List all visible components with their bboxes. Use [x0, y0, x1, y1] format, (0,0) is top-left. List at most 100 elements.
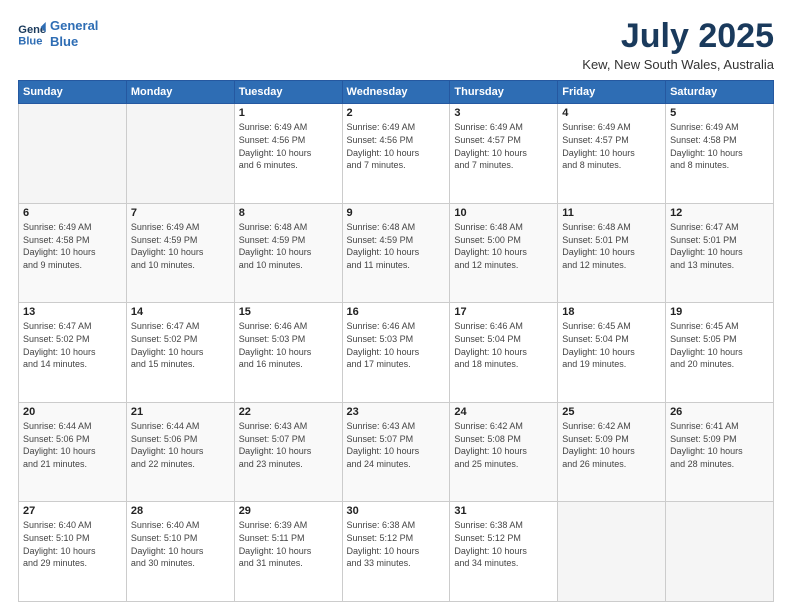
day-number: 19	[670, 306, 769, 318]
calendar-cell: 7 Sunrise: 6:49 AM Sunset: 4:59 PM Daylig…	[126, 203, 234, 303]
calendar-cell: 13Sunrise: 6:47 AM Sunset: 5:02 PM Dayli…	[19, 303, 127, 403]
day-info: Sunrise: 6:45 AM Sunset: 5:04 PM Dayligh…	[562, 320, 661, 370]
calendar-cell: 2 Sunrise: 6:49 AM Sunset: 4:56 PM Daylig…	[342, 104, 450, 204]
svg-text:Blue: Blue	[18, 35, 42, 46]
day-info: Sunrise: 6:47 AM Sunset: 5:02 PM Dayligh…	[23, 320, 122, 370]
day-number: 3	[454, 107, 553, 119]
logo-icon: General Blue	[18, 22, 46, 46]
col-header-sunday: Sunday	[19, 81, 127, 104]
calendar-cell	[666, 502, 774, 602]
day-info: Sunrise: 6:38 AM Sunset: 5:12 PM Dayligh…	[454, 519, 553, 569]
main-title: July 2025	[582, 18, 774, 55]
day-number: 9	[347, 207, 446, 219]
day-number: 5	[670, 107, 769, 119]
day-number: 18	[562, 306, 661, 318]
day-number: 15	[239, 306, 338, 318]
day-info: Sunrise: 6:42 AM Sunset: 5:08 PM Dayligh…	[454, 420, 553, 470]
day-number: 20	[23, 406, 122, 418]
day-info: Sunrise: 6:49 AM Sunset: 4:58 PM Dayligh…	[23, 221, 122, 271]
day-number: 4	[562, 107, 661, 119]
calendar-cell: 29 Sunrise: 6:39 AM Sunset: 5:11 PM Dayli…	[234, 502, 342, 602]
logo-line2: Blue	[50, 34, 78, 49]
day-info: Sunrise: 6:44 AM Sunset: 5:06 PM Dayligh…	[23, 420, 122, 470]
calendar-cell: 22 Sunrise: 6:43 AM Sunset: 5:07 PM Dayli…	[234, 402, 342, 502]
calendar-cell: 3 Sunrise: 6:49 AM Sunset: 4:57 PM Daylig…	[450, 104, 558, 204]
day-info: Sunrise: 6:42 AM Sunset: 5:09 PM Dayligh…	[562, 420, 661, 470]
day-info: Sunrise: 6:48 AM Sunset: 4:59 PM Dayligh…	[239, 221, 338, 271]
week-row-3: 13Sunrise: 6:47 AM Sunset: 5:02 PM Dayli…	[19, 303, 774, 403]
calendar-cell: 24 Sunrise: 6:42 AM Sunset: 5:08 PM Dayli…	[450, 402, 558, 502]
day-info: Sunrise: 6:49 AM Sunset: 4:57 PM Dayligh…	[562, 121, 661, 171]
calendar-cell: 26Sunrise: 6:41 AM Sunset: 5:09 PM Dayli…	[666, 402, 774, 502]
day-info: Sunrise: 6:43 AM Sunset: 5:07 PM Dayligh…	[239, 420, 338, 470]
day-info: Sunrise: 6:46 AM Sunset: 5:03 PM Dayligh…	[347, 320, 446, 370]
title-block: July 2025 Kew, New South Wales, Australi…	[582, 18, 774, 72]
day-info: Sunrise: 6:48 AM Sunset: 4:59 PM Dayligh…	[347, 221, 446, 271]
week-row-4: 20 Sunrise: 6:44 AM Sunset: 5:06 PM Dayli…	[19, 402, 774, 502]
week-row-1: 1 Sunrise: 6:49 AM Sunset: 4:56 PM Daylig…	[19, 104, 774, 204]
day-info: Sunrise: 6:40 AM Sunset: 5:10 PM Dayligh…	[131, 519, 230, 569]
col-header-saturday: Saturday	[666, 81, 774, 104]
calendar-cell: 4 Sunrise: 6:49 AM Sunset: 4:57 PM Daylig…	[558, 104, 666, 204]
day-number: 16	[347, 306, 446, 318]
calendar-cell: 18 Sunrise: 6:45 AM Sunset: 5:04 PM Dayli…	[558, 303, 666, 403]
calendar-cell: 28 Sunrise: 6:40 AM Sunset: 5:10 PM Dayli…	[126, 502, 234, 602]
calendar-cell: 11Sunrise: 6:48 AM Sunset: 5:01 PM Dayli…	[558, 203, 666, 303]
day-info: Sunrise: 6:40 AM Sunset: 5:10 PM Dayligh…	[23, 519, 122, 569]
calendar-cell: 14 Sunrise: 6:47 AM Sunset: 5:02 PM Dayli…	[126, 303, 234, 403]
col-header-monday: Monday	[126, 81, 234, 104]
day-number: 7	[131, 207, 230, 219]
calendar-cell: 21Sunrise: 6:44 AM Sunset: 5:06 PM Dayli…	[126, 402, 234, 502]
calendar-cell: 5Sunrise: 6:49 AM Sunset: 4:58 PM Daylig…	[666, 104, 774, 204]
day-number: 21	[131, 406, 230, 418]
day-info: Sunrise: 6:47 AM Sunset: 5:01 PM Dayligh…	[670, 221, 769, 271]
day-info: Sunrise: 6:49 AM Sunset: 4:59 PM Dayligh…	[131, 221, 230, 271]
day-number: 8	[239, 207, 338, 219]
day-number: 22	[239, 406, 338, 418]
calendar-cell: 23 Sunrise: 6:43 AM Sunset: 5:07 PM Dayli…	[342, 402, 450, 502]
calendar-cell: 27Sunrise: 6:40 AM Sunset: 5:10 PM Dayli…	[19, 502, 127, 602]
calendar-cell: 12 Sunrise: 6:47 AM Sunset: 5:01 PM Dayli…	[666, 203, 774, 303]
day-number: 28	[131, 505, 230, 517]
day-info: Sunrise: 6:49 AM Sunset: 4:56 PM Dayligh…	[347, 121, 446, 171]
week-row-5: 27Sunrise: 6:40 AM Sunset: 5:10 PM Dayli…	[19, 502, 774, 602]
col-header-tuesday: Tuesday	[234, 81, 342, 104]
calendar-cell: 19 Sunrise: 6:45 AM Sunset: 5:05 PM Dayli…	[666, 303, 774, 403]
col-header-thursday: Thursday	[450, 81, 558, 104]
day-number: 1	[239, 107, 338, 119]
day-info: Sunrise: 6:46 AM Sunset: 5:04 PM Dayligh…	[454, 320, 553, 370]
day-number: 2	[347, 107, 446, 119]
day-number: 23	[347, 406, 446, 418]
day-number: 10	[454, 207, 553, 219]
calendar-cell: 20 Sunrise: 6:44 AM Sunset: 5:06 PM Dayli…	[19, 402, 127, 502]
calendar-cell: 10Sunrise: 6:48 AM Sunset: 5:00 PM Dayli…	[450, 203, 558, 303]
header: General Blue General Blue July 2025 Kew,…	[18, 18, 774, 72]
day-info: Sunrise: 6:38 AM Sunset: 5:12 PM Dayligh…	[347, 519, 446, 569]
calendar-cell	[126, 104, 234, 204]
logo-text: General Blue	[50, 18, 98, 49]
day-info: Sunrise: 6:49 AM Sunset: 4:56 PM Dayligh…	[239, 121, 338, 171]
page: General Blue General Blue July 2025 Kew,…	[0, 0, 792, 612]
calendar-cell	[558, 502, 666, 602]
calendar-table: SundayMondayTuesdayWednesdayThursdayFrid…	[18, 80, 774, 602]
day-number: 12	[670, 207, 769, 219]
calendar-cell: 15 Sunrise: 6:46 AM Sunset: 5:03 PM Dayli…	[234, 303, 342, 403]
calendar-header-row: SundayMondayTuesdayWednesdayThursdayFrid…	[19, 81, 774, 104]
logo: General Blue General Blue	[18, 18, 98, 49]
calendar-cell: 9 Sunrise: 6:48 AM Sunset: 4:59 PM Daylig…	[342, 203, 450, 303]
logo-line1: General	[50, 18, 98, 33]
day-info: Sunrise: 6:45 AM Sunset: 5:05 PM Dayligh…	[670, 320, 769, 370]
calendar-cell: 8 Sunrise: 6:48 AM Sunset: 4:59 PM Daylig…	[234, 203, 342, 303]
calendar-cell	[19, 104, 127, 204]
day-info: Sunrise: 6:46 AM Sunset: 5:03 PM Dayligh…	[239, 320, 338, 370]
calendar-cell: 1 Sunrise: 6:49 AM Sunset: 4:56 PM Daylig…	[234, 104, 342, 204]
day-number: 14	[131, 306, 230, 318]
day-info: Sunrise: 6:41 AM Sunset: 5:09 PM Dayligh…	[670, 420, 769, 470]
day-number: 29	[239, 505, 338, 517]
day-info: Sunrise: 6:47 AM Sunset: 5:02 PM Dayligh…	[131, 320, 230, 370]
day-info: Sunrise: 6:43 AM Sunset: 5:07 PM Dayligh…	[347, 420, 446, 470]
calendar-cell: 31Sunrise: 6:38 AM Sunset: 5:12 PM Dayli…	[450, 502, 558, 602]
day-number: 24	[454, 406, 553, 418]
day-info: Sunrise: 6:49 AM Sunset: 4:57 PM Dayligh…	[454, 121, 553, 171]
day-info: Sunrise: 6:39 AM Sunset: 5:11 PM Dayligh…	[239, 519, 338, 569]
